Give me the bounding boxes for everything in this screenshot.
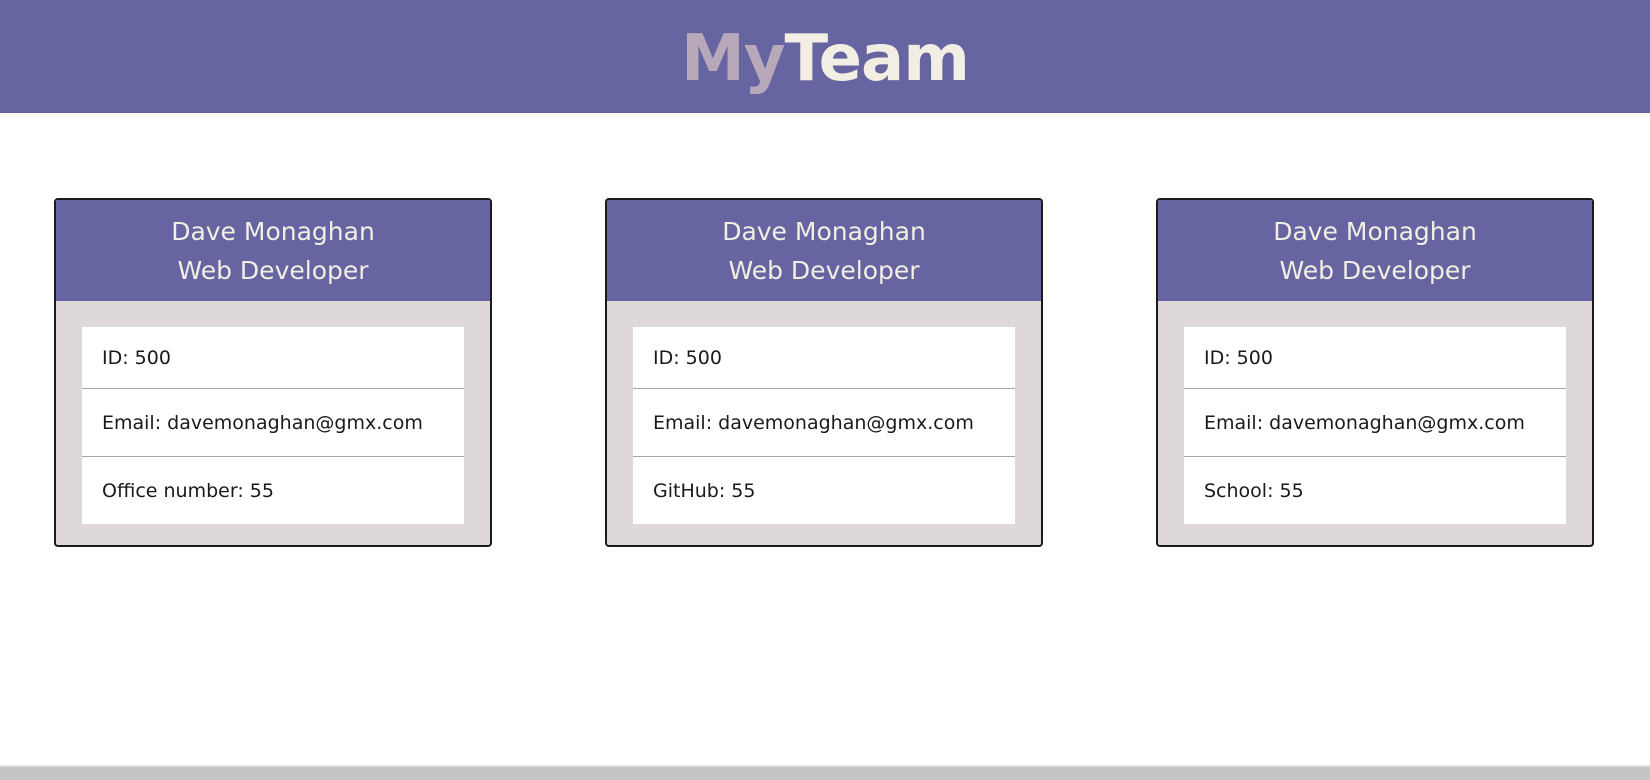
logo-my: My [681, 21, 785, 96]
employee-id: ID: 500 [1204, 346, 1273, 369]
card-details-list: ID: 500 Email: davemonaghan@gmx.com GitH… [633, 327, 1015, 524]
employee-name: Dave Monaghan [171, 216, 375, 246]
logo: MyTeam [681, 27, 970, 91]
card-details-list: ID: 500 Email: davemonaghan@gmx.com Offi… [82, 327, 464, 524]
horizontal-scrollbar[interactable] [0, 765, 1650, 780]
employee-role: Web Developer [1279, 255, 1471, 285]
employee-email: Email: davemonaghan@gmx.com [633, 388, 1015, 456]
employee-email: Email: davemonaghan@gmx.com [82, 388, 464, 456]
card-header: Dave Monaghan Web Developer [1158, 200, 1592, 301]
employee-role: Web Developer [177, 255, 369, 285]
employee-github: GitHub: 55 [633, 456, 1015, 524]
employee-school: School: 55 [1184, 456, 1566, 524]
employee-name: Dave Monaghan [722, 216, 926, 246]
employee-card-manager: Dave Monaghan Web Developer ID: 500 Emai… [54, 198, 492, 547]
logo-team: Team [784, 21, 969, 96]
card-header: Dave Monaghan Web Developer [607, 200, 1041, 301]
employee-card-engineer: Dave Monaghan Web Developer ID: 500 Emai… [605, 198, 1043, 547]
card-details-list: ID: 500 Email: davemonaghan@gmx.com Scho… [1184, 327, 1566, 524]
page-header: MyTeam [0, 0, 1650, 113]
employee-name: Dave Monaghan [1273, 216, 1477, 246]
employee-role: Web Developer [728, 255, 920, 285]
employee-id: ID: 500 [102, 346, 171, 369]
employee-id: ID: 500 [653, 346, 722, 369]
employee-email: Email: davemonaghan@gmx.com [1184, 388, 1566, 456]
card-header: Dave Monaghan Web Developer [56, 200, 490, 301]
employee-office-number: Office number: 55 [82, 456, 464, 524]
employee-card-intern: Dave Monaghan Web Developer ID: 500 Emai… [1156, 198, 1594, 547]
